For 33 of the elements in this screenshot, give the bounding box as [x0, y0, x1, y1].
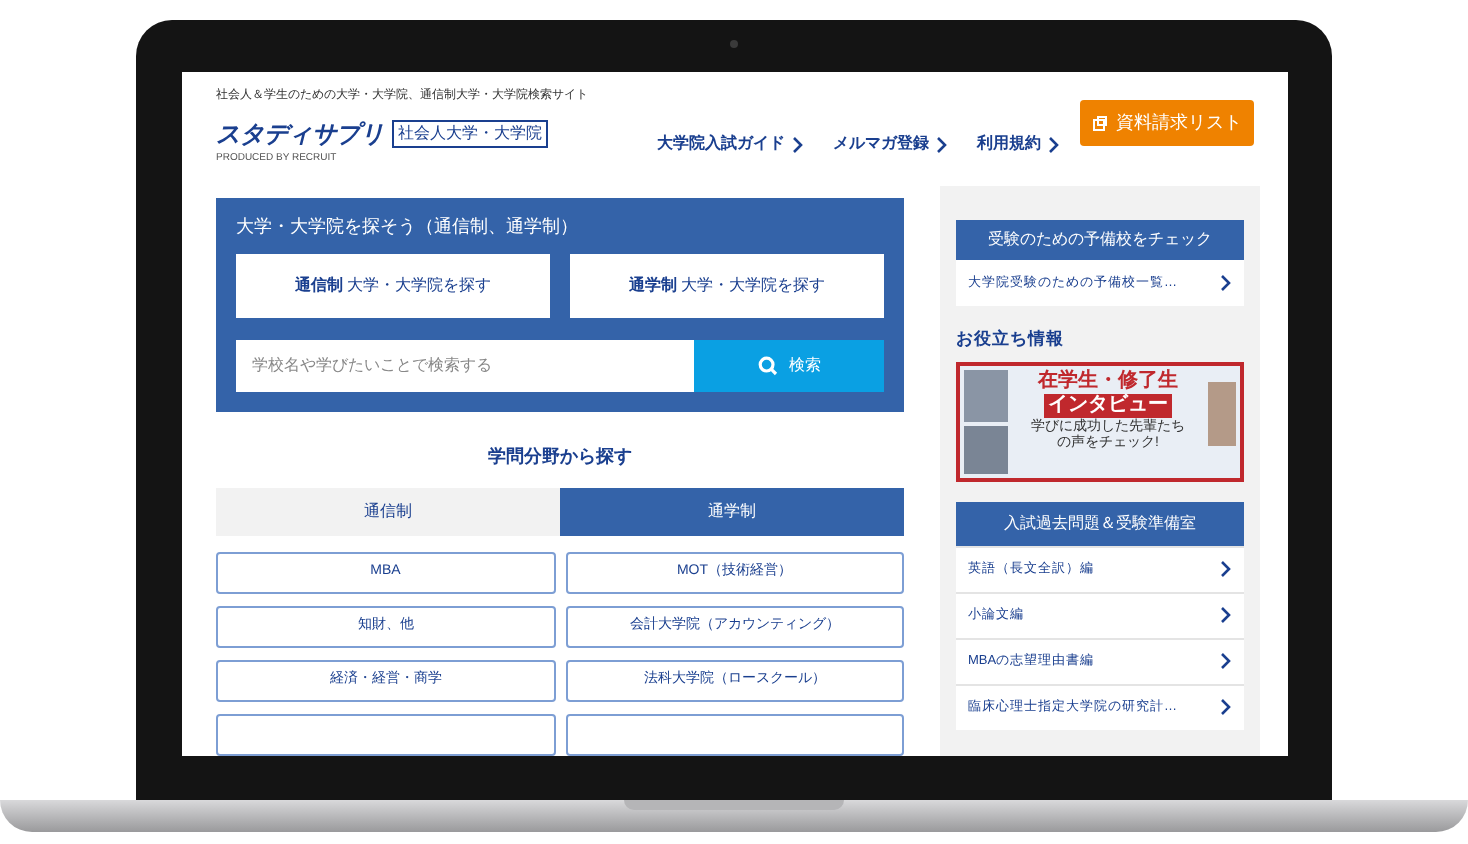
- chevron-right-icon: [1220, 698, 1232, 717]
- tab[interactable]: 通学制: [560, 488, 904, 536]
- photo-placeholder: [964, 425, 1008, 474]
- logo[interactable]: スタディサプリ: [216, 116, 384, 152]
- field-button[interactable]: [565, 714, 904, 756]
- search-panel-title: 大学・大学院を探そう（通信制、通学制）: [236, 214, 580, 240]
- chevron-right-icon: [1220, 606, 1232, 625]
- chevron-right-icon: [1048, 135, 1061, 153]
- tab[interactable]: 通信制: [216, 488, 560, 536]
- chevron-right-icon: [1220, 652, 1232, 671]
- logo-subtitle: 社会人大学・大学院: [392, 120, 548, 148]
- nav-link[interactable]: 利用規約: [976, 132, 1061, 156]
- sidebar-card-title: 入試過去問題＆受験準備室: [956, 501, 1244, 546]
- photo-placeholder: [1208, 381, 1236, 446]
- banner-title: インタビュー: [1044, 393, 1172, 418]
- chevron-right-icon: [936, 135, 949, 153]
- section-heading: お役立ち情報: [956, 326, 1066, 352]
- chevron-right-icon: [1220, 274, 1232, 292]
- chevron-right-icon: [1220, 560, 1232, 579]
- search-icon: [757, 355, 777, 375]
- sidebar-card-title: 受験のための予備校をチェック: [956, 220, 1244, 260]
- section-heading: 学問分野から探す: [488, 443, 632, 470]
- chevron-right-icon: [792, 135, 805, 153]
- field-button[interactable]: [216, 714, 555, 756]
- search-field[interactable]: 学校名や学びたいことで検索する: [236, 339, 694, 391]
- find-school-button[interactable]: 通信制 大学・大学院を探す: [236, 253, 550, 317]
- banner-title: 在学生・修了生: [1038, 369, 1178, 393]
- nav-link[interactable]: 大学院入試ガイド: [656, 132, 805, 156]
- document-icon: [1092, 115, 1109, 131]
- photo-placeholder: [964, 369, 1008, 422]
- nav-link[interactable]: メルマガ登録: [832, 132, 949, 156]
- camera-icon: [730, 40, 738, 48]
- find-school-button[interactable]: 通学制 大学・大学院を探す: [570, 253, 884, 317]
